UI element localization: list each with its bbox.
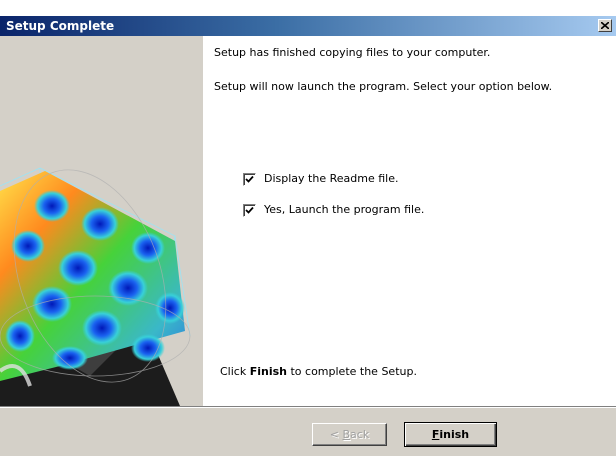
3d-surface-plot-graphic bbox=[0, 167, 191, 406]
back-label-rest: ack bbox=[350, 427, 370, 441]
readme-checkbox[interactable] bbox=[243, 173, 256, 186]
finish-hint-bold: Finish bbox=[249, 365, 287, 378]
setup-complete-dialog: Setup Complete Setup has finished copyin… bbox=[0, 16, 616, 456]
back-button[interactable]: < Back bbox=[312, 423, 387, 446]
back-label-prefix: < bbox=[329, 427, 343, 441]
launch-instructions-text: Setup will now launch the program. Selec… bbox=[214, 80, 553, 93]
finish-hint-prefix: Click bbox=[220, 365, 247, 378]
back-label-mnemonic: B bbox=[342, 427, 351, 441]
content-panel: Setup has finished copying files to your… bbox=[203, 36, 616, 406]
close-icon bbox=[601, 22, 609, 29]
sidebar-banner bbox=[0, 36, 203, 406]
launch-program-label[interactable]: Yes, Launch the program file. bbox=[264, 203, 424, 216]
checkmark-icon bbox=[245, 206, 254, 214]
finish-hint-text: Click Finish to complete the Setup. bbox=[220, 365, 417, 378]
finish-label-rest: inish bbox=[439, 427, 470, 441]
window-title: Setup Complete bbox=[6, 19, 115, 33]
readme-label[interactable]: Display the Readme file. bbox=[264, 172, 398, 185]
launch-program-checkbox[interactable] bbox=[243, 204, 256, 217]
button-bar: < Back Finish bbox=[0, 406, 616, 456]
close-button[interactable] bbox=[598, 19, 612, 32]
finish-hint-suffix: to complete the Setup. bbox=[290, 365, 417, 378]
finish-button[interactable]: Finish bbox=[404, 422, 497, 447]
title-bar[interactable]: Setup Complete bbox=[0, 16, 616, 36]
copy-finished-text: Setup has finished copying files to your… bbox=[214, 46, 491, 59]
checkmark-icon bbox=[245, 175, 254, 183]
